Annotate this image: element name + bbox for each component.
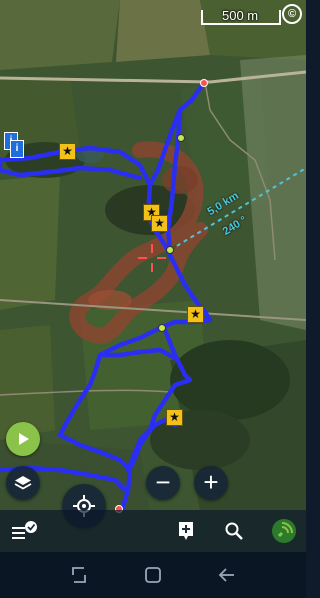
gps-button[interactable] — [270, 518, 298, 544]
recents-icon[interactable] — [70, 566, 88, 584]
map-canvas[interactable] — [0, 0, 306, 598]
star-pin-icon[interactable]: ★ — [151, 215, 168, 232]
scale-label: 500 m — [222, 8, 259, 23]
menu-button[interactable] — [10, 518, 38, 544]
layers-button[interactable] — [6, 466, 40, 500]
home-icon[interactable] — [144, 566, 162, 584]
add-note-button[interactable] — [174, 520, 198, 542]
layers-icon — [14, 476, 32, 490]
back-icon[interactable] — [218, 566, 236, 584]
field-area — [0, 0, 120, 70]
star-pin-icon[interactable]: ★ — [59, 143, 76, 160]
field-area — [0, 175, 60, 310]
field-area — [116, 0, 210, 62]
star-pin-icon[interactable]: ★ — [166, 409, 183, 426]
info-pin-icon[interactable]: i — [10, 140, 24, 158]
waypoint-dot — [177, 134, 185, 142]
waypoint-dot — [158, 324, 166, 332]
add-note-icon — [179, 522, 193, 540]
zoom-in-label: + — [203, 466, 219, 497]
gps-signal-icon — [272, 519, 296, 543]
copyright-icon[interactable]: © — [282, 4, 302, 24]
menu-check-icon — [12, 521, 37, 539]
waypoint-dot — [166, 246, 174, 254]
search-icon — [225, 522, 243, 540]
bottom-toolbar — [0, 510, 306, 552]
zoom-out-button[interactable]: − — [146, 466, 180, 500]
star-pin-icon[interactable]: ★ — [187, 306, 204, 323]
play-button[interactable] — [6, 422, 40, 456]
zoom-out-label: − — [155, 466, 171, 497]
wetland-area — [162, 166, 198, 194]
waypoint-dot — [200, 79, 208, 87]
search-button[interactable] — [222, 520, 246, 542]
zoom-in-button[interactable]: + — [194, 466, 228, 500]
play-icon — [19, 433, 29, 445]
